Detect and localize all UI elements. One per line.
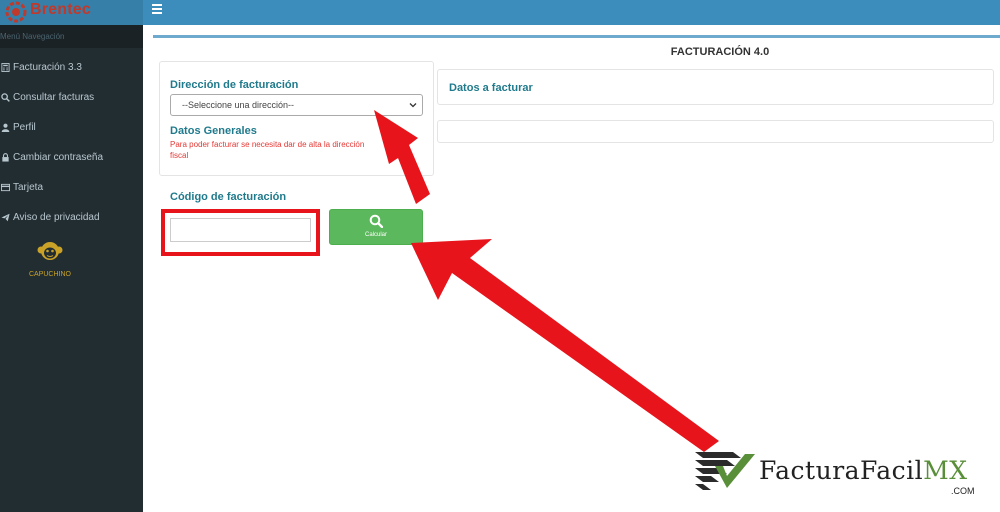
facturafacil-watermark: FacturaFacilMX .COM bbox=[693, 446, 993, 506]
calculate-button[interactable]: Calcular bbox=[329, 209, 423, 245]
sidebar-item-cambiar-contrasena[interactable]: Cambiar contraseña bbox=[0, 142, 143, 172]
lock-icon bbox=[0, 152, 10, 162]
sidebar-item-label: Facturación 3.3 bbox=[13, 61, 82, 73]
sidebar-item-consultar[interactable]: Consultar facturas bbox=[0, 82, 143, 112]
billing-code-label: Código de facturación bbox=[170, 191, 287, 203]
sidebar-item-label: Cambiar contraseña bbox=[13, 151, 104, 163]
data-to-invoice-card: Datos a facturar bbox=[437, 69, 994, 105]
highlight-box-annotation bbox=[161, 209, 320, 256]
chevron-down-icon bbox=[409, 103, 417, 108]
billing-address-label: Dirección de facturación bbox=[170, 79, 299, 91]
warning-message: Para poder facturar se necesita dar de a… bbox=[170, 140, 365, 160]
watermark-suffix: .COM bbox=[951, 486, 975, 496]
calculate-label: Calcular bbox=[364, 232, 387, 238]
calculator-icon bbox=[0, 62, 10, 72]
menu-toggle-icon[interactable] bbox=[152, 4, 162, 14]
watermark-text: FacturaFacilMX bbox=[759, 456, 968, 485]
sidebar: Brentec Menú Navegación Facturación 3.3 … bbox=[0, 0, 143, 512]
app-root: Brentec Menú Navegación Facturación 3.3 … bbox=[0, 0, 1000, 512]
gear-logo-icon bbox=[5, 1, 27, 23]
facturafacil-logo-icon bbox=[695, 452, 755, 490]
sidebar-item-label: Tarjeta bbox=[13, 181, 44, 193]
sidebar-item-perfil[interactable]: Perfil bbox=[0, 112, 143, 142]
credit-card-icon bbox=[0, 182, 10, 192]
search-icon bbox=[369, 214, 383, 228]
sidebar-item-tarjeta[interactable]: Tarjeta bbox=[0, 172, 143, 202]
general-data-label: Datos Generales bbox=[170, 125, 257, 137]
watermark-main: FacturaFacil bbox=[759, 456, 924, 485]
sidebar-item-label: Perfil bbox=[13, 121, 36, 133]
logo-text: Brentec bbox=[30, 1, 91, 18]
paper-plane-icon bbox=[0, 212, 10, 222]
monkey-icon bbox=[37, 242, 63, 260]
invoice-data-panel bbox=[437, 120, 994, 143]
user-icon bbox=[0, 122, 10, 132]
logo-bar[interactable]: Brentec bbox=[0, 0, 143, 25]
sidebar-item-label: Consultar facturas bbox=[13, 91, 95, 103]
watermark-accent: MX bbox=[923, 456, 968, 485]
page-title: FACTURACIÓN 4.0 bbox=[670, 46, 770, 58]
top-navbar bbox=[143, 0, 1000, 25]
sidebar-item-aviso-privacidad[interactable]: Aviso de privacidad bbox=[0, 202, 143, 232]
address-select-value: --Seleccione una dirección-- bbox=[182, 100, 295, 110]
nav-header: Menú Navegación bbox=[0, 25, 143, 48]
sidebar-item-label: Aviso de privacidad bbox=[13, 211, 100, 223]
address-select[interactable]: --Seleccione una dirección-- bbox=[170, 94, 423, 116]
search-icon bbox=[0, 92, 10, 102]
sidebar-item-facturacion[interactable]: Facturación 3.3 bbox=[0, 52, 143, 82]
nav-list: Facturación 3.3 Consultar facturas Perfi… bbox=[0, 52, 143, 232]
mascot-label: CAPUCHINO bbox=[28, 271, 71, 278]
capuchino-logo: CAPUCHINO bbox=[20, 240, 80, 278]
content-top-border bbox=[153, 35, 1000, 38]
arrow-to-calculate-icon bbox=[411, 239, 719, 452]
data-to-invoice-label: Datos a facturar bbox=[449, 82, 533, 94]
